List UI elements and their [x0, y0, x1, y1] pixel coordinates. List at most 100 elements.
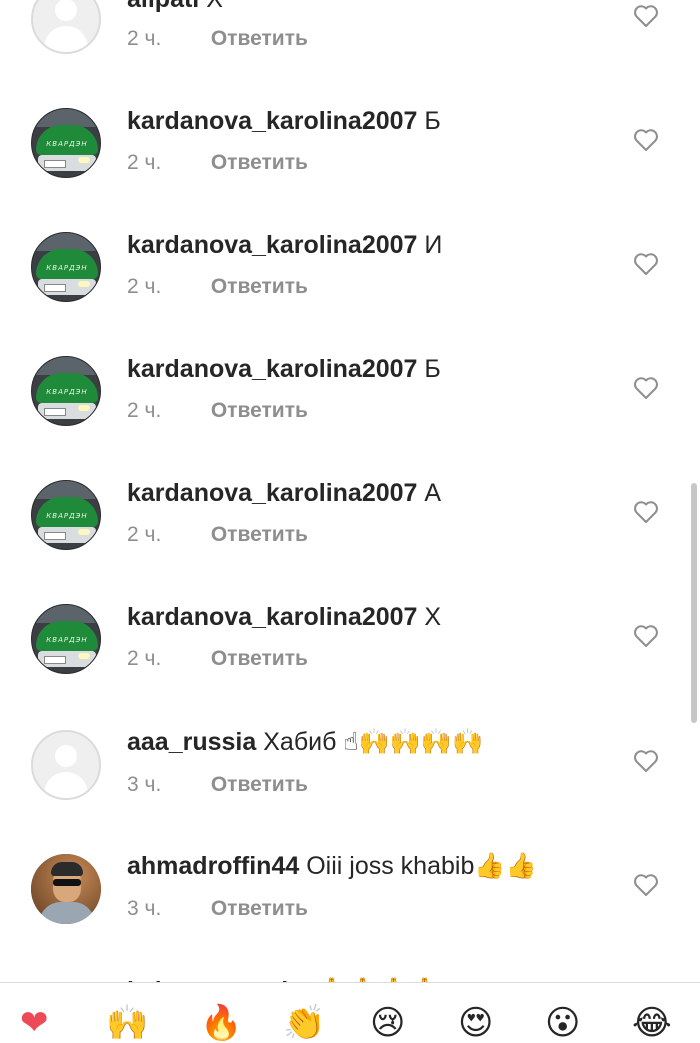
- comment-time: 2 ч.: [127, 647, 162, 670]
- heart-icon[interactable]: [633, 624, 659, 648]
- emoji-clapping-button[interactable]: 👏: [283, 1003, 325, 1043]
- avatar-shoulders-shape: [44, 772, 88, 798]
- comment-item: КВАРДЭН kardanova_karolina2007 Б 2 ч. От…: [0, 104, 700, 228]
- comment-line: alipati Х: [127, 0, 223, 14]
- person-avatar[interactable]: [31, 854, 101, 924]
- avatar-car-text: КВАРДЭН: [46, 636, 88, 644]
- avatar-hair-shape: [51, 862, 83, 876]
- avatar-car-light: [78, 529, 90, 535]
- reply-button[interactable]: Ответить: [211, 399, 308, 422]
- comment-line: kardanova_karolina2007 А: [127, 478, 441, 508]
- avatar-car-light: [78, 405, 90, 411]
- comment-item: КВАРДЭН kardanova_karolina2007 И 2 ч. От…: [0, 228, 700, 352]
- comment-meta: 2 ч. Ответить: [127, 274, 308, 300]
- reply-button[interactable]: Ответить: [211, 647, 308, 670]
- reply-button[interactable]: Ответить: [211, 523, 308, 546]
- comment-line: ahmadroffin44 Oiii joss khabib👍👍: [127, 851, 537, 881]
- comment-username[interactable]: kardanova_karolina2007: [127, 603, 417, 631]
- avatar-glasses-shape: [53, 879, 81, 886]
- heart-icon[interactable]: [633, 4, 659, 28]
- default-avatar[interactable]: [31, 0, 101, 54]
- comment-item: КВАРДЭН kardanova_karolina2007 Х 2 ч. От…: [0, 600, 700, 724]
- comment-text: Х: [206, 0, 223, 13]
- comments-list[interactable]: alipati Х 2 ч. Ответить КВАРДЭН kardanov…: [0, 0, 700, 1029]
- comment-text: И: [424, 231, 443, 259]
- heart-icon[interactable]: [633, 128, 659, 152]
- comment-line: kardanova_karolina2007 И: [127, 230, 442, 260]
- car-avatar[interactable]: КВАРДЭН: [31, 356, 101, 426]
- comment-meta: 2 ч. Ответить: [127, 522, 308, 548]
- emoji-heart-eyes-button[interactable]: 😍: [458, 1003, 493, 1043]
- heart-icon[interactable]: [633, 376, 659, 400]
- comment-username[interactable]: aaa_russia: [127, 728, 256, 756]
- comment-time: 3 ч.: [127, 773, 162, 796]
- avatar-car-light: [78, 157, 90, 163]
- comment-item: alipati Х 2 ч. Ответить: [0, 0, 700, 54]
- avatar-car-light: [78, 281, 90, 287]
- comment-username[interactable]: kardanova_karolina2007: [127, 479, 417, 507]
- comment-line: kardanova_karolina2007 Х: [127, 602, 441, 632]
- avatar-car-light: [78, 653, 90, 659]
- comment-text: Oiii joss khabib👍👍: [306, 852, 537, 880]
- emoji-fire-button[interactable]: 🔥: [200, 1003, 242, 1043]
- comment-item: КВАРДЭН kardanova_karolina2007 А 2 ч. От…: [0, 476, 700, 600]
- car-avatar[interactable]: КВАРДЭН: [31, 108, 101, 178]
- comment-item: aaa_russia Хабиб ☝🙌🙌🙌🙌 3 ч. Ответить: [0, 724, 700, 848]
- avatar-car-text: КВАРДЭН: [46, 512, 88, 520]
- avatar-car-plate: [44, 532, 66, 540]
- reply-button[interactable]: Ответить: [211, 27, 308, 50]
- reply-button[interactable]: Ответить: [211, 275, 308, 298]
- emoji-surprised-button[interactable]: 😮: [545, 1003, 580, 1043]
- comment-text: Хабиб ☝🙌🙌🙌🙌: [263, 728, 484, 756]
- reply-button[interactable]: Ответить: [211, 151, 308, 174]
- comment-meta: 2 ч. Ответить: [127, 26, 308, 52]
- comment-text: Б: [424, 107, 441, 135]
- comment-time: 2 ч.: [127, 399, 162, 422]
- car-avatar[interactable]: КВАРДЭН: [31, 232, 101, 302]
- reply-button[interactable]: Ответить: [211, 897, 308, 920]
- reply-button[interactable]: Ответить: [211, 773, 308, 796]
- avatar-car-plate: [44, 656, 66, 664]
- emoji-raised-hands-button[interactable]: 🙌: [106, 1003, 148, 1043]
- comment-item: КВАРДЭН kardanova_karolina2007 Б 2 ч. От…: [0, 352, 700, 476]
- default-avatar[interactable]: [31, 730, 101, 800]
- comment-time: 2 ч.: [127, 27, 162, 50]
- avatar-car-plate: [44, 408, 66, 416]
- comment-time: 3 ч.: [127, 897, 162, 920]
- emoji-crying-button[interactable]: 😢: [370, 1003, 405, 1043]
- avatar-shoulders-shape: [44, 26, 88, 52]
- comment-meta: 3 ч. Ответить: [127, 896, 308, 922]
- avatar-car-text: КВАРДЭН: [46, 140, 88, 148]
- car-avatar[interactable]: КВАРДЭН: [31, 604, 101, 674]
- avatar-car-text: КВАРДЭН: [46, 264, 88, 272]
- quick-emoji-bar: ❤ 🙌 🔥 👏 😢 😍 😮 😂: [0, 982, 700, 1043]
- avatar-head-shape: [55, 0, 77, 21]
- comment-time: 2 ч.: [127, 523, 162, 546]
- comment-username[interactable]: kardanova_karolina2007: [127, 355, 417, 383]
- avatar-head-shape: [55, 745, 77, 767]
- scrollbar[interactable]: [691, 483, 697, 723]
- heart-icon[interactable]: [633, 873, 659, 897]
- comment-line: kardanova_karolina2007 Б: [127, 106, 441, 136]
- car-avatar[interactable]: КВАРДЭН: [31, 480, 101, 550]
- emoji-heart-button[interactable]: ❤: [20, 1003, 49, 1043]
- avatar-car-text: КВАРДЭН: [46, 388, 88, 396]
- comment-time: 2 ч.: [127, 151, 162, 174]
- heart-icon[interactable]: [633, 500, 659, 524]
- heart-icon[interactable]: [633, 749, 659, 773]
- comment-username[interactable]: alipati: [127, 0, 199, 13]
- comment-line: aaa_russia Хабиб ☝🙌🙌🙌🙌: [127, 727, 483, 757]
- comment-text: А: [424, 479, 442, 507]
- avatar-car-plate: [44, 284, 66, 292]
- comment-meta: 3 ч. Ответить: [127, 772, 308, 798]
- comment-meta: 2 ч. Ответить: [127, 150, 308, 176]
- comment-meta: 2 ч. Ответить: [127, 646, 308, 672]
- comment-meta: 2 ч. Ответить: [127, 398, 308, 424]
- comment-username[interactable]: kardanova_karolina2007: [127, 231, 417, 259]
- comment-text: Б: [424, 355, 441, 383]
- comment-item: ahmadroffin44 Oiii joss khabib👍👍 3 ч. От…: [0, 848, 700, 972]
- comment-username[interactable]: ahmadroffin44: [127, 852, 299, 880]
- heart-icon[interactable]: [633, 252, 659, 276]
- comment-username[interactable]: kardanova_karolina2007: [127, 107, 417, 135]
- emoji-laughing-button[interactable]: 😂: [632, 1003, 672, 1043]
